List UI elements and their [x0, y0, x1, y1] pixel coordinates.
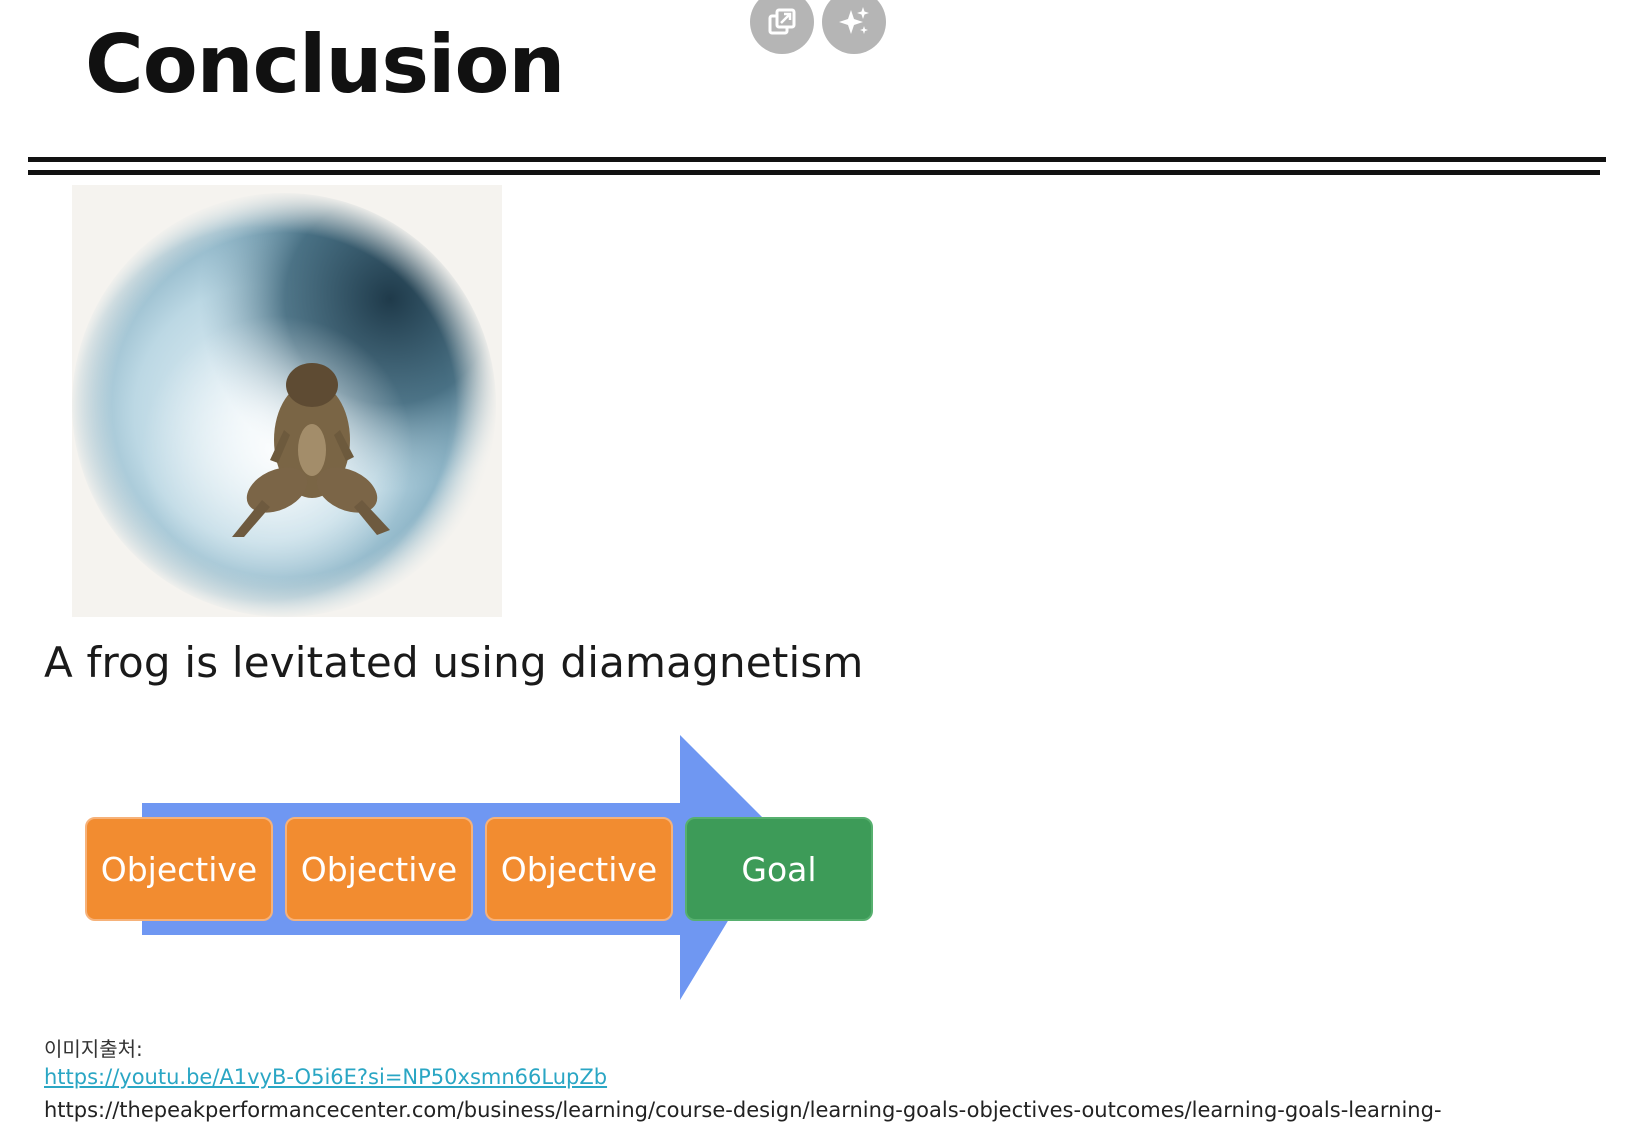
objective-box-1: Objective: [85, 817, 273, 921]
image-sources-label: 이미지출처:: [44, 1037, 143, 1061]
title-rule-bottom: [28, 170, 1600, 175]
source-video-link[interactable]: https://youtu.be/A1vyB-O5i6E?si=NP50xsmn…: [44, 1065, 607, 1089]
objective-box-3: Objective: [485, 817, 673, 921]
open-external-icon: [768, 8, 796, 35]
objective-box-2: Objective: [285, 817, 473, 921]
open-external-button[interactable]: [750, 0, 814, 54]
source-article-url: https://thepeakperformancecenter.com/bus…: [44, 1098, 1442, 1122]
frog-levitation-photo: [72, 185, 502, 617]
sparkle-button[interactable]: [822, 0, 886, 54]
goal-box: Goal: [685, 817, 873, 921]
slide-title: Conclusion: [85, 18, 565, 111]
slide-caption: A frog is levitated using diamagnetism: [44, 638, 864, 687]
objectives-goal-diagram: Objective Objective Objective Goal: [80, 735, 880, 1005]
title-rule-top: [28, 157, 1606, 162]
sparkle-icon: [839, 7, 869, 34]
